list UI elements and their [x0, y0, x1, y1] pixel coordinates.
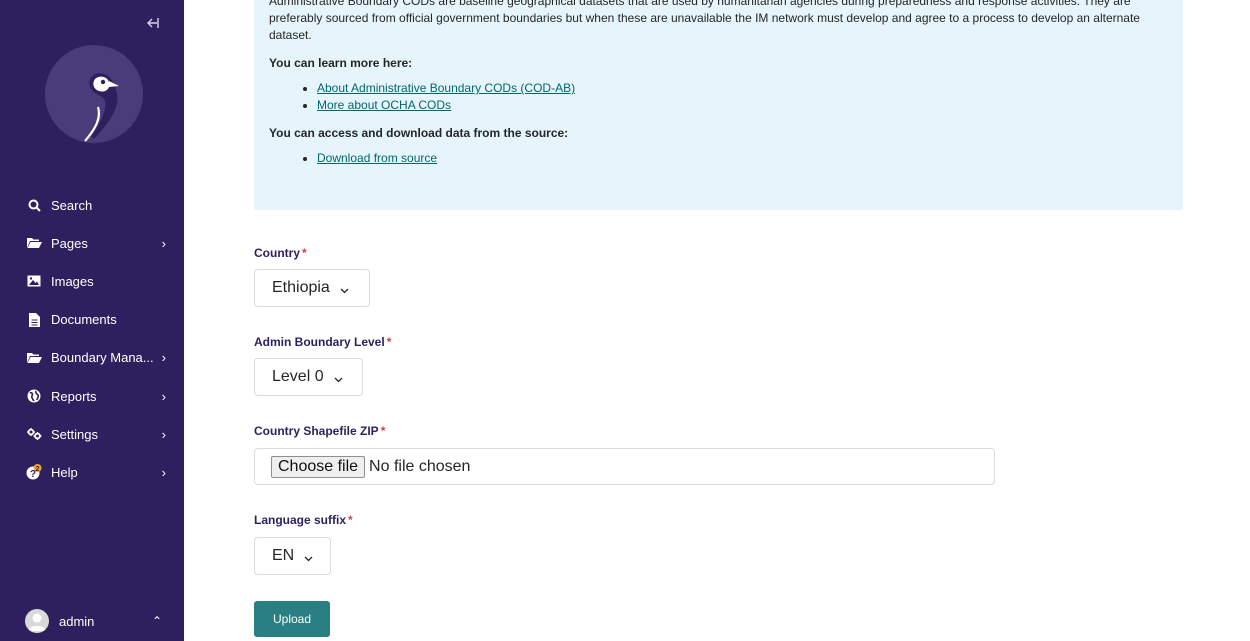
sidebar-item-label: Search: [51, 197, 93, 213]
user-name: admin: [59, 613, 95, 629]
help-badge: 2: [36, 466, 40, 473]
sidebar-item-label: Images: [51, 273, 94, 289]
sidebar-nav: Search Pages › Images Documents Boundary…: [0, 186, 184, 492]
help-icon: ? 2: [26, 464, 42, 480]
choose-file-button[interactable]: Choose file: [271, 455, 366, 478]
sidebar-item-reports[interactable]: Reports ›: [0, 377, 184, 415]
chevron-right-icon: ›: [161, 350, 166, 366]
folder-open-icon: [26, 350, 42, 366]
shapefile-file-input[interactable]: Choose file No file chosen: [254, 448, 995, 485]
learn-more-heading: You can learn more here:: [269, 56, 413, 70]
sidebar-item-label: Reports: [51, 388, 97, 404]
admin-level-select-value: Level 0: [272, 368, 324, 385]
chevron-down-icon: [339, 283, 350, 294]
country-select-value: Ethiopia: [272, 279, 330, 296]
collapse-arrow-icon[interactable]: [146, 16, 160, 32]
document-icon: [26, 312, 42, 328]
sidebar-item-label: Boundary Mana...: [51, 350, 154, 366]
chevron-down-icon: [303, 551, 314, 562]
sidebar-item-boundary-manager[interactable]: Boundary Mana... ›: [0, 339, 184, 377]
required-marker: *: [348, 513, 353, 527]
admin-level-select[interactable]: Level 0: [254, 358, 363, 396]
info-intro: Administrative Boundary CODs are baselin…: [269, 0, 1140, 42]
sidebar-item-search[interactable]: Search: [0, 186, 184, 224]
link-download-from-source[interactable]: Download from source: [317, 151, 437, 165]
sidebar-item-images[interactable]: Images: [0, 262, 184, 300]
list-item: Download from source: [317, 150, 1169, 167]
sidebar-item-label: Documents: [51, 312, 117, 328]
sidebar-item-label: Settings: [51, 426, 98, 442]
country-label: Country *: [254, 246, 307, 260]
access-links: Download from source: [269, 150, 1169, 167]
link-about-cod-ab[interactable]: About Administrative Boundary CODs (COD-…: [317, 81, 575, 95]
chevron-right-icon: ›: [161, 426, 166, 442]
search-icon: [26, 197, 42, 213]
info-panel: Administrative Boundary CODs are baselin…: [254, 0, 1183, 210]
required-marker: *: [386, 335, 392, 349]
folder-open-icon: [26, 235, 42, 251]
sidebar-item-documents[interactable]: Documents: [0, 301, 184, 339]
chevron-right-icon: ›: [161, 388, 166, 404]
sidebar-item-settings[interactable]: Settings ›: [0, 415, 184, 453]
sidebar-item-help[interactable]: ? 2 Help ›: [0, 453, 184, 491]
country-select[interactable]: Ethiopia: [254, 269, 370, 307]
wagtail-logo[interactable]: [45, 45, 143, 143]
cogs-icon: [26, 426, 42, 442]
admin-level-label: Admin Boundary Level *: [254, 335, 392, 349]
sidebar-item-label: Help: [51, 464, 78, 480]
list-item: About Administrative Boundary CODs (COD-…: [317, 80, 1169, 97]
chevron-down-icon: [333, 372, 344, 383]
shapefile-label: Country Shapefile ZIP *: [254, 424, 386, 438]
user-account-menu[interactable]: admin ⌃: [25, 609, 170, 633]
sidebar: Search Pages › Images Documents Boundary…: [0, 0, 184, 641]
avatar: [25, 609, 49, 633]
learn-more-links: About Administrative Boundary CODs (COD-…: [269, 80, 1169, 114]
image-icon: [26, 273, 42, 289]
language-suffix-select-value: EN: [272, 547, 295, 564]
chevron-right-icon: ›: [161, 235, 166, 251]
language-suffix-select[interactable]: EN: [254, 537, 331, 575]
upload-button[interactable]: Upload: [254, 601, 330, 637]
chevron-up-icon: ⌃: [151, 614, 162, 628]
link-about-ocha-cods[interactable]: More about OCHA CODs: [317, 98, 451, 112]
language-suffix-label: Language suffix *: [254, 513, 353, 527]
globe-icon: [26, 388, 42, 404]
access-heading: You can access and download data from th…: [269, 126, 569, 140]
file-status: No file chosen: [369, 457, 471, 475]
sidebar-item-pages[interactable]: Pages ›: [0, 224, 184, 262]
chevron-right-icon: ›: [161, 464, 166, 480]
list-item: More about OCHA CODs: [317, 97, 1169, 114]
sidebar-item-label: Pages: [51, 235, 88, 251]
required-marker: *: [380, 424, 386, 438]
required-marker: *: [302, 246, 307, 260]
